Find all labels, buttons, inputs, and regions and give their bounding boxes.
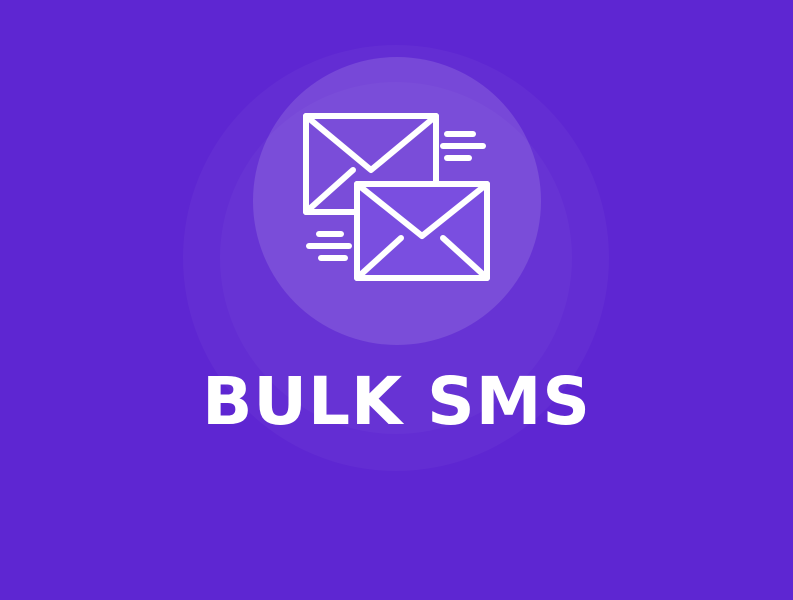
mail-envelopes-icon bbox=[297, 108, 497, 288]
banner-title: BULK SMS bbox=[202, 363, 591, 440]
bulk-sms-banner: { "banner": { "title": "BULK SMS", "back… bbox=[0, 0, 793, 600]
envelope-front-icon bbox=[354, 181, 490, 281]
motion-lines-right-icon bbox=[440, 131, 486, 161]
motion-lines-left-icon bbox=[306, 231, 352, 261]
